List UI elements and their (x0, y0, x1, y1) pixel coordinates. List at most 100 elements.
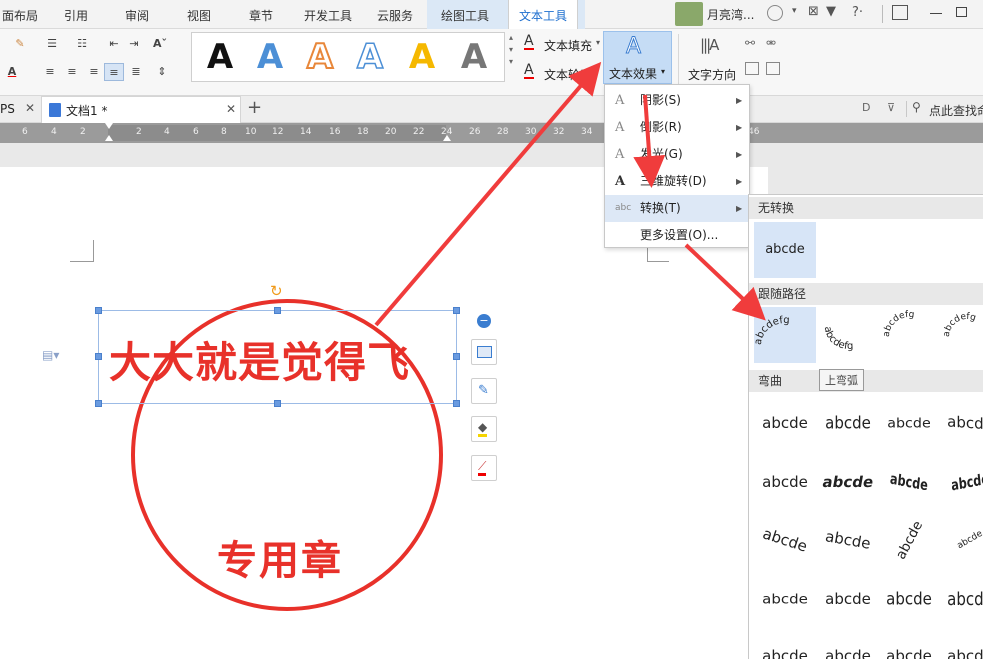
resize-handle[interactable] (453, 307, 460, 314)
dropdown-chevron-icon[interactable]: ▾ (792, 6, 797, 16)
warp-option[interactable]: abcde (939, 392, 983, 454)
increase-indent-icon[interactable]: ⇥ (124, 35, 144, 53)
tab-chapter[interactable]: 章节 (241, 0, 281, 28)
paragraph-layout-icon[interactable]: ▤▾ (42, 348, 59, 362)
fill-button[interactable]: ◆ (471, 416, 497, 442)
tab-cloud[interactable]: 云服务 (373, 0, 417, 28)
style-blue-outline[interactable]: A (350, 36, 390, 78)
link-textbox-icon[interactable]: ⚯ (745, 36, 755, 50)
text-fill-icon[interactable]: A (524, 34, 534, 50)
tab-drawing-tools[interactable]: 绘图工具 (433, 0, 497, 28)
align-text-icon[interactable] (745, 62, 759, 75)
resize-handle[interactable] (274, 400, 281, 407)
resize-handle[interactable] (453, 400, 460, 407)
outline-button[interactable]: ⟋ (471, 455, 497, 481)
warp-option[interactable]: abcde (754, 573, 816, 625)
menu-item-glow[interactable]: A 发光(G) ▶ (605, 141, 750, 168)
rotate-handle-icon[interactable]: ↻ (270, 284, 283, 299)
resize-handle[interactable] (274, 307, 281, 314)
style-orange-outline[interactable]: A (300, 36, 340, 78)
warp-option[interactable]: abcde (754, 627, 816, 659)
menu-item-more-settings[interactable]: 更多设置(O)... (605, 222, 750, 249)
text-outline-icon[interactable]: A (524, 63, 534, 79)
align-center-icon[interactable]: ≡ (62, 63, 82, 81)
text-fill-button[interactable]: 文本填充 (544, 37, 592, 54)
menu-item-transform[interactable]: abc 转换(T) ▶ (605, 195, 750, 222)
tab-view[interactable]: 视图 (179, 0, 219, 28)
collapse-icon[interactable]: − (477, 314, 491, 328)
warp-option[interactable]: abcde (812, 506, 883, 574)
filter-icon[interactable]: ⊽ (887, 101, 895, 114)
gallery-scroll[interactable]: ▴ ▾ ▾ (506, 32, 516, 82)
help-icon[interactable]: ?· (852, 5, 863, 20)
menu-item-reflection[interactable]: A 倒影(R) ▶ (605, 114, 750, 141)
warp-option[interactable]: abcde (878, 627, 940, 659)
style-yellow[interactable]: A (402, 37, 442, 77)
warp-option[interactable]: abcde (878, 567, 940, 631)
layout-options-button[interactable] (471, 339, 497, 365)
search-command-input[interactable]: 点此查找命 (929, 102, 983, 119)
style-black[interactable]: A (200, 37, 240, 77)
maximize-icon[interactable] (956, 7, 967, 17)
tab-text-tools[interactable]: 文本工具 (508, 0, 578, 30)
break-link-icon[interactable]: ⚮ (766, 36, 776, 50)
warp-option[interactable]: abcde (812, 453, 884, 511)
seal-company-text[interactable]: 大大就是觉得飞 (109, 329, 410, 390)
window-restore-up-icon[interactable] (892, 5, 908, 20)
resize-handle[interactable] (453, 353, 460, 360)
user-name[interactable]: 月亮湾... (707, 6, 754, 23)
resize-handle[interactable] (95, 307, 102, 314)
align-left-icon[interactable]: ≡ (40, 63, 60, 81)
warp-option[interactable]: abcde (939, 564, 983, 634)
tab-page-layout[interactable]: 面布局 (0, 0, 40, 28)
warp-option[interactable]: abcde (939, 627, 983, 659)
left-indent-marker[interactable] (105, 135, 113, 141)
minimize-icon[interactable] (930, 13, 942, 14)
right-indent-marker[interactable] (443, 135, 451, 141)
menu-item-shadow[interactable]: A 阴影(S) ▶ (605, 87, 750, 114)
text-outline-button[interactable]: 文本轮廓 (544, 66, 602, 83)
bullet-list-icon[interactable]: ☰ (42, 35, 62, 53)
decrease-indent-icon[interactable]: ⇤ (104, 35, 124, 53)
warp-option[interactable]: abcde (883, 449, 935, 515)
first-line-indent-marker[interactable] (105, 123, 113, 129)
warp-option[interactable]: abcde (817, 570, 879, 628)
align-right-icon[interactable]: ≡ (84, 63, 104, 81)
no-transform-option[interactable]: abcde (754, 222, 816, 278)
warp-option[interactable]: abcde (817, 390, 879, 457)
text-direction-icon[interactable]: |||A (700, 36, 719, 54)
clear-format-icon[interactable]: ✎ (10, 35, 30, 53)
warp-option[interactable]: abcde (754, 453, 816, 511)
seal-bottom-text[interactable]: 专用章 (217, 528, 343, 586)
tab-developer[interactable]: 开发工具 (300, 0, 356, 28)
resize-handle[interactable] (95, 353, 102, 360)
tab-document1[interactable]: 文档1 * ✕ (41, 96, 241, 123)
font-color-icon[interactable]: A (2, 63, 22, 81)
style-blue[interactable]: A (250, 37, 290, 77)
text-effects-button[interactable]: A 文本效果 ▾ (603, 31, 672, 84)
warp-option[interactable]: abcde (749, 503, 823, 577)
close-icon[interactable]: ✕ (226, 102, 236, 116)
tab-ps[interactable]: PS (0, 102, 15, 116)
justify-icon[interactable]: ≡ (104, 63, 124, 81)
tab-review[interactable]: 审阅 (117, 0, 157, 28)
edit-shape-button[interactable]: ✎ (471, 378, 497, 404)
shirt-icon[interactable]: ▼ (826, 4, 836, 19)
menu-item-3d-rotation[interactable]: A 三维旋转(D) ▶ (605, 168, 750, 195)
text-direction-button[interactable]: 文字方向 (688, 66, 736, 83)
warp-option[interactable]: abcde (880, 397, 939, 449)
warp-option[interactable]: abcde (754, 394, 816, 452)
style-gray[interactable]: A (454, 37, 494, 77)
fit-text-icon[interactable] (766, 62, 780, 75)
share-icon[interactable]: ⊠ (808, 4, 819, 19)
follow-path-options[interactable]: abcdefg abcdefg abcdefg abcdefg (749, 305, 983, 367)
line-spacing-icon[interactable]: ⇕ (152, 63, 172, 81)
search-icon[interactable]: ⚲ (912, 100, 921, 114)
add-tab-button[interactable]: + (247, 97, 262, 118)
text-fill-dropdown-icon[interactable]: ▾ (596, 38, 600, 47)
tab-references[interactable]: 引用 (56, 0, 96, 28)
numbered-list-icon[interactable]: ☷ (72, 35, 92, 53)
ruler[interactable]: 6 4 2 2 4 6 8 10 12 14 16 18 20 22 24 26… (0, 123, 983, 143)
distributed-icon[interactable]: ≣ (126, 63, 146, 81)
text-size-icon[interactable]: Aˇ (150, 35, 170, 53)
